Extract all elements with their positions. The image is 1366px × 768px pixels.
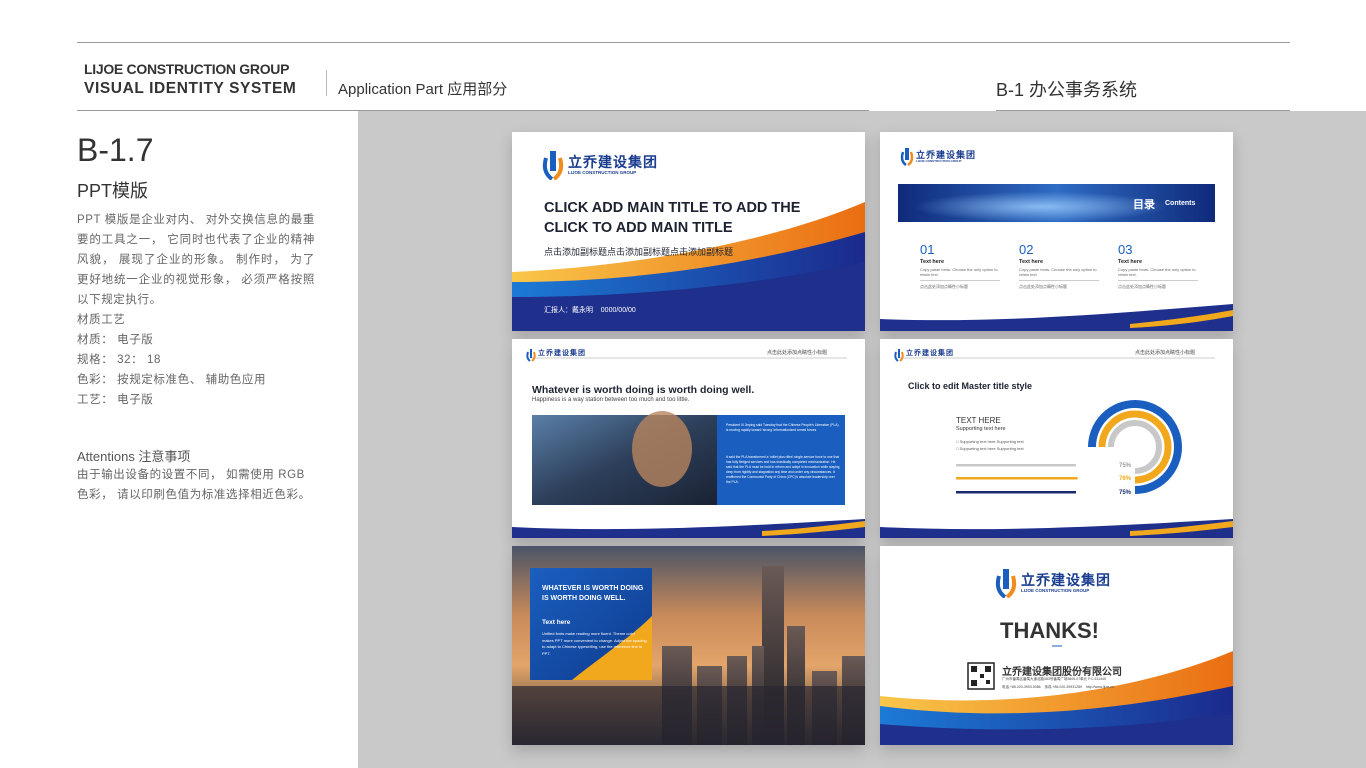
progress-bar <box>956 477 1078 480</box>
spec-item: 色彩： 按规定标准色、 辅助色应用 <box>77 374 267 386</box>
contents-divider <box>1019 280 1099 281</box>
cover-title-line2: CLICK TO ADD MAIN TITLE <box>544 220 733 236</box>
contents-head: Text here <box>1019 259 1044 265</box>
cover-subtitle: 点击添加副标题点击添加副标题点击添加副标题 <box>544 247 734 257</box>
contents-text: Copy paste fonts. Choose the only option… <box>920 267 998 277</box>
contents-label-cn: 目录 <box>1133 199 1155 211</box>
contents-text: Copy paste fonts. Choose the only option… <box>1019 267 1097 277</box>
contents-num: 02 <box>1019 242 1034 257</box>
progress-bar <box>956 464 1076 467</box>
brand-company-en: LIJOE CONSTRUCTION GROUP <box>84 61 290 77</box>
application-part-label: Application Part 应用部分 <box>338 81 508 98</box>
supporting-label: Supporting text here <box>956 426 1006 432</box>
logo-en: LIJOE CONSTRUCTION GROUP <box>916 159 962 163</box>
contents-divider <box>1118 280 1198 281</box>
cover-title-line1: CLICK ADD MAIN TITLE TO ADD THE <box>544 200 801 216</box>
logo: 立乔建设集团 <box>894 348 953 367</box>
progress-label: 75% <box>1119 463 1132 469</box>
progress-label: 75% <box>1119 490 1132 496</box>
thanks-company: 立乔建设集团股份有限公司 <box>1002 667 1122 678</box>
slide-contents: 立乔建设集团 LIJOE CONSTRUCTION GROUP 目录 Conte… <box>880 132 1233 331</box>
progress-chart: 75% 76% 75% <box>956 400 1182 496</box>
logo: 立乔建设集团 LIJOE CONSTRUCTION GROUP <box>995 566 1110 603</box>
text-here-label: TEXT HERE <box>956 416 1001 425</box>
contents-cn: 点击此处添加点睛性小标题 <box>1118 284 1166 289</box>
slide-city: WHATEVER IS WORTH DOING IS WORTH DOING W… <box>512 546 865 745</box>
logo-mark-icon <box>542 151 564 181</box>
bullet-item: □ Supporting text here Supporting text <box>956 439 1024 444</box>
spec-list: 材质工艺 材质： 电子版 规格： 32： 18 色彩： 按规定标准色、 辅助色应… <box>77 310 266 410</box>
slide-chart: 75% 76% 75% 立乔建设集团 点击此处添加点睛性小标题 Click to e… <box>880 339 1233 538</box>
section-number: B-1.7 <box>77 132 154 168</box>
slide-thanks: 立乔建设集团 LIJOE CONSTRUCTION GROUP THANKS! … <box>880 546 1233 745</box>
system-name: B-1 办公事务系统 <box>996 80 1138 100</box>
chart-title: Click to edit Master title style <box>908 381 1033 391</box>
bullet-item: □ Supporting text here Supporting text <box>956 446 1024 451</box>
content-para2: It said the PLA transformed a 'millet pl… <box>726 455 840 484</box>
attention-title: Attentions 注意事项 <box>77 449 191 464</box>
contents-text: Copy paste fonts. Choose the only option… <box>1118 267 1196 277</box>
logo-mark-icon <box>526 349 536 362</box>
header-divider <box>326 70 327 96</box>
logo-mark-icon <box>894 349 904 362</box>
progress-bar <box>956 491 1076 494</box>
spec-item: 材质： 电子版 <box>77 334 154 346</box>
contents-head: Text here <box>920 259 945 265</box>
city-title: WHATEVER IS WORTH DOING IS WORTH DOING W… <box>542 585 644 602</box>
contents-label-en: Contents <box>1165 200 1196 207</box>
logo: 立乔建设集团 LIJOE CONSTRUCTION GROUP <box>900 146 975 171</box>
contents-cn: 点击此处添加点睛性小标题 <box>1019 284 1067 289</box>
content-para1: President Xi Jinping said Tuesday that t… <box>726 423 839 432</box>
content-title: Whatever is worth doing is worth doing w… <box>532 384 755 396</box>
logo-cn: 立乔建设集团 <box>1021 572 1111 588</box>
cover-reporter: 汇报人：戴永明 0000/00/00 <box>544 307 636 314</box>
logo-en: LIJOE CONSTRUCTION GROUP <box>568 170 637 175</box>
logo-en: LIJOE CONSTRUCTION GROUP <box>1021 588 1090 593</box>
contents-item: 02 Text here Copy paste fonts. Choose th… <box>1019 242 1099 290</box>
slide-content-photo: 立乔建设集团 点击此处添加点睛性小标题 Whatever is worth do… <box>512 339 865 538</box>
header-right-label: 点击此处添加点睛性小标题 <box>1135 350 1196 356</box>
logo: 立乔建设集团 <box>526 348 585 367</box>
progress-label: 76% <box>1119 476 1132 482</box>
thanks-text: THANKS! <box>1000 618 1099 643</box>
vi-manual-page: LIJOE CONSTRUCTION GROUP VISUAL IDENTITY… <box>0 0 1366 768</box>
city-text-here: Text here <box>542 619 571 626</box>
logo-cn: 立乔建设集团 <box>568 154 658 170</box>
contents-cn: 点击此处添加点睛性小标题 <box>920 284 968 289</box>
section-title: PPT模版 <box>77 181 149 201</box>
bullet-text: Supporting text here Supporting text <box>959 446 1024 451</box>
contents-num: 01 <box>920 242 935 257</box>
contents-num: 03 <box>1118 242 1133 257</box>
spec-item: 工艺： 电子版 <box>77 394 154 406</box>
logo: 立乔建设集团 LIJOE CONSTRUCTION GROUP <box>542 148 657 185</box>
thanks-contact: 电话:+86.020-3993-5086 传真:+86.020-39931289… <box>1002 685 1114 689</box>
spec-item: 规格： 32： 18 <box>77 354 161 366</box>
content-subtitle: Happiness is a way station between too m… <box>532 397 690 403</box>
thanks-address: 广州市番禺区番禺大道北路383号番禺广场3605-07单元 P.C.511445 <box>1002 677 1106 681</box>
section-description: PPT 模版是企业对内、 对外交换信息的最重要的工具之一， 它同时也代表了企业的… <box>77 214 315 306</box>
contents-item: 01 Text here Copy paste fonts. Choose th… <box>920 242 1000 290</box>
header-right-label: 点击此处添加点睛性小标题 <box>767 350 828 356</box>
brand-vis-system: VISUAL IDENTITY SYSTEM <box>84 80 297 97</box>
logo-cn: 立乔建设集团 <box>538 350 586 357</box>
bullet-text: Supporting text here Supporting text <box>959 439 1024 444</box>
city-body: Unified fonts make reading more fluent. … <box>542 631 647 656</box>
spec-item: 材质工艺 <box>77 314 126 326</box>
contents-divider <box>920 280 1000 281</box>
logo-mark-icon <box>900 148 914 167</box>
top-rule <box>77 42 1290 43</box>
logo-cn: 立乔建设集团 <box>906 350 954 357</box>
logo-mark-icon <box>995 569 1017 599</box>
contents-item: 03 Text here Copy paste fonts. Choose th… <box>1118 242 1198 290</box>
attention-text: 由于输出设备的设置不同， 如需使用 RGB 色彩， 请以印刷色值为标准选择相近色… <box>77 469 311 501</box>
slide-cover: 立乔建设集团 LIJOE CONSTRUCTION GROUP CLICK AD… <box>512 132 865 331</box>
contents-head: Text here <box>1118 259 1143 265</box>
content-photo-graphic <box>512 357 865 538</box>
